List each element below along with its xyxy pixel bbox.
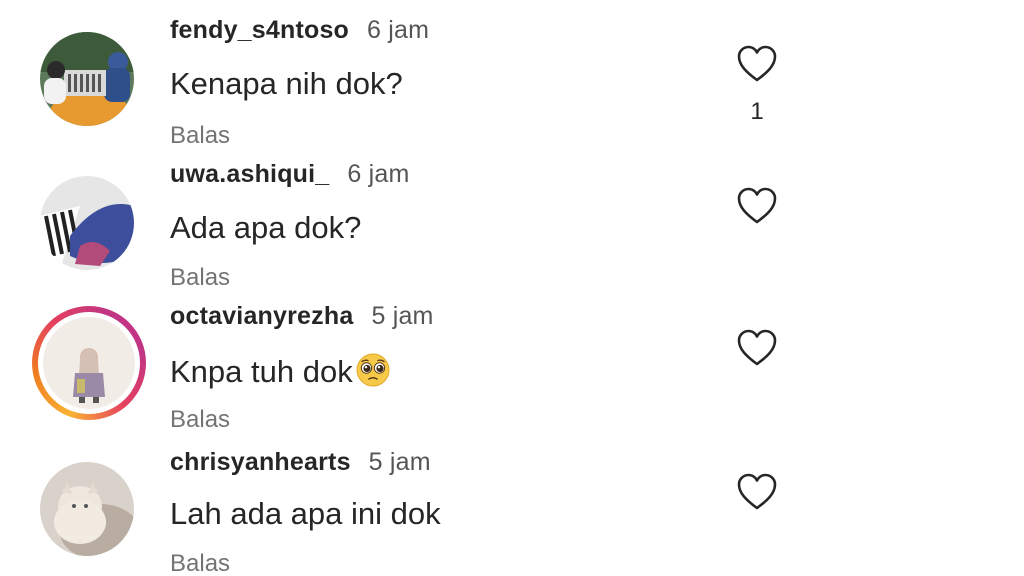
comment-text: Lah ada apa ini dok [170,496,441,531]
comment-text: Kenapa nih dok? [170,66,403,101]
heart-outline-icon[interactable] [736,186,778,226]
username-text[interactable]: fendy_s4ntoso [170,16,349,44]
comment-username[interactable]: uwa.ashiqui_ 6 jam [170,160,410,189]
comment-username[interactable]: fendy_s4ntoso 6 jam [170,16,429,45]
comment-time: 5 jam [371,302,434,330]
avatar[interactable] [40,176,134,270]
comment-time: 5 jam [368,448,431,476]
avatar [43,317,135,409]
comment-text: Knpa tuh dok [170,352,391,390]
comment-username[interactable]: chrisyanhearts 5 jam [170,448,431,477]
username-text[interactable]: chrisyanhearts [170,448,351,476]
avatar-photo [43,317,135,409]
comment-text: Ada apa dok? [170,210,362,245]
comment-item: chrisyanhearts 5 jam Lah ada apa ini dok … [0,428,1024,576]
avatar[interactable] [40,462,134,556]
comment-item: uwa.ashiqui_ 6 jam Ada apa dok? Balas [0,142,1024,291]
avatar-photo [40,462,134,556]
comment-item: octavianyrezha 5 jam Knpa tuh dok Balas [0,284,1024,433]
comment-time: 6 jam [367,16,430,44]
like-count: 1 [750,98,764,125]
avatar-photo [40,32,134,126]
reply-button[interactable]: Balas [170,550,230,576]
heart-outline-icon[interactable] [736,472,778,512]
comment-text-body: Knpa tuh dok [170,354,353,389]
pleading-face-emoji [356,353,390,387]
username-text[interactable]: uwa.ashiqui_ [170,160,329,188]
username-text[interactable]: octavianyrezha [170,302,353,330]
comment-item: fendy_s4ntoso 6 jam Kenapa nih dok? Balas… [0,0,1024,149]
avatar[interactable] [40,32,134,126]
comment-list: fendy_s4ntoso 6 jam Kenapa nih dok? Balas… [0,0,1024,576]
avatar-photo [40,176,134,270]
heart-outline-icon[interactable] [736,328,778,368]
comment-time: 6 jam [347,160,410,188]
comment-username[interactable]: octavianyrezha 5 jam [170,302,434,331]
avatar-with-story-ring[interactable] [32,306,146,420]
heart-outline-icon[interactable] [736,44,778,84]
